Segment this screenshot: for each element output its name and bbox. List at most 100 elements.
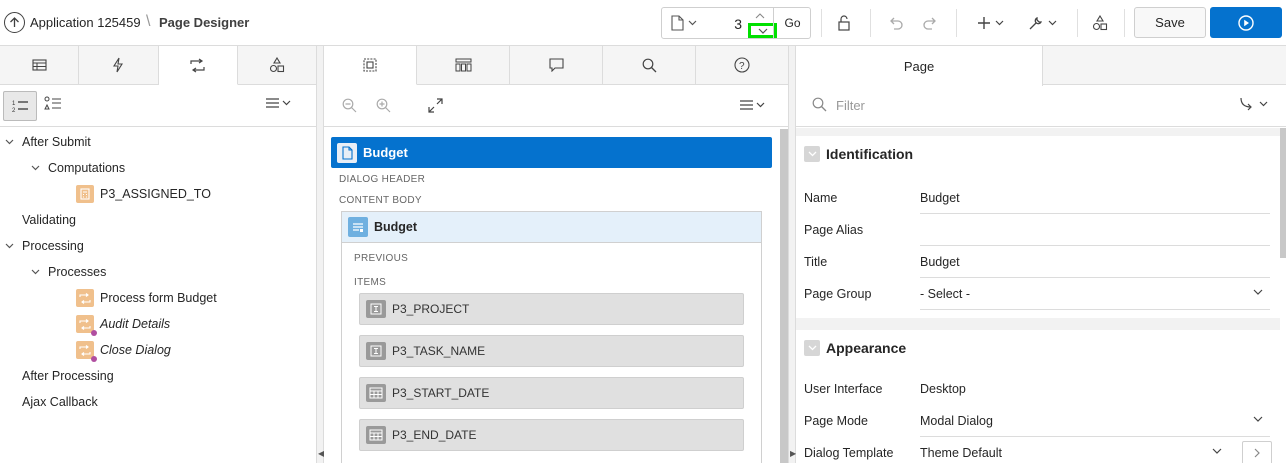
zoom-in-button[interactable] <box>376 98 391 113</box>
shared-components-button[interactable] <box>1088 9 1112 37</box>
group-title: Appearance <box>826 340 907 356</box>
identification-group-header[interactable]: Identification <box>804 146 913 162</box>
left-toolbar: 12 <box>0 85 316 127</box>
processing-icon <box>190 58 205 72</box>
page-list-button[interactable] <box>671 15 697 31</box>
dialog-header-label[interactable]: DIALOG HEADER <box>339 174 425 185</box>
middle-tab-bar: ? <box>324 46 788 85</box>
utilities-menu-button[interactable] <box>1025 9 1059 37</box>
property-label: Name <box>804 191 838 205</box>
tree-node[interactable]: Audit Details <box>76 313 170 336</box>
tab-help[interactable]: ? <box>696 46 788 84</box>
tree-node[interactable]: Processing <box>5 235 84 257</box>
property-scrollbar[interactable] <box>1280 128 1286 258</box>
page-increment-button[interactable] <box>752 10 768 22</box>
application-link[interactable]: Application 125459 <box>30 15 141 30</box>
app-home-icon[interactable] <box>4 12 25 33</box>
tab-rendering[interactable] <box>0 46 80 84</box>
left-splitter[interactable]: ◀ <box>316 46 324 463</box>
undo-button[interactable] <box>884 9 908 37</box>
save-button[interactable]: Save <box>1134 7 1206 38</box>
tree-node[interactable]: Process form Budget <box>76 287 217 309</box>
text-field-icon <box>366 342 386 360</box>
page-group-select[interactable]: - Select - <box>920 287 970 301</box>
run-page-button[interactable] <box>1210 7 1282 38</box>
tab-messages[interactable] <box>510 46 603 84</box>
region-header[interactable]: Budget <box>342 212 761 243</box>
help-icon: ? <box>734 57 750 73</box>
zoom-out-icon <box>342 98 357 113</box>
property-page-group: Page Group - Select - <box>796 278 1280 310</box>
zoom-out-button[interactable] <box>342 98 357 113</box>
create-menu-button[interactable] <box>974 9 1006 37</box>
page-item[interactable]: P3_TASK_NAME <box>359 335 744 367</box>
filter-input[interactable]: Filter <box>836 98 865 113</box>
tree-node[interactable]: Validating <box>22 209 76 231</box>
lock-button[interactable] <box>832 9 856 37</box>
tree-node[interactable]: Processes <box>31 261 106 283</box>
page-item[interactable]: P3_END_DATE <box>359 419 744 451</box>
go-to-template-button[interactable] <box>1242 441 1272 463</box>
page-number-input[interactable]: 3 <box>722 16 742 32</box>
layout-scrollbar[interactable] <box>780 129 788 463</box>
previous-label[interactable]: PREVIOUS <box>354 253 408 264</box>
tab-dynamic-actions[interactable] <box>79 46 159 84</box>
date-picker-icon <box>366 426 386 444</box>
left-panel: 12 After Submit Computations P3_ASSIGNED_T… <box>0 46 316 463</box>
tab-search[interactable] <box>603 46 696 84</box>
name-input[interactable]: Budget <box>920 191 960 205</box>
page-item-label: P3_TASK_NAME <box>392 344 486 358</box>
go-to-group-icon <box>1240 97 1252 111</box>
go-button[interactable]: Go <box>773 8 811 38</box>
process-icon <box>76 315 97 336</box>
collapse-toggle[interactable] <box>804 146 820 162</box>
tree-node[interactable]: After Processing <box>22 365 114 387</box>
tab-gallery[interactable] <box>417 46 510 84</box>
component-view-toggle[interactable] <box>44 96 62 112</box>
chevron-down-icon <box>5 139 14 145</box>
tree-node[interactable]: Close Dialog <box>76 339 171 362</box>
property-page-mode: Page Mode Modal Dialog <box>796 405 1280 437</box>
tree-node[interactable]: P3_ASSIGNED_TO <box>76 183 211 205</box>
tab-shared-components[interactable] <box>238 46 316 84</box>
page-item[interactable]: P3_PROJECT <box>359 293 744 325</box>
tree-node-label: P3_ASSIGNED_TO <box>100 187 211 201</box>
tab-processing[interactable] <box>158 46 238 85</box>
svg-text:2: 2 <box>12 108 16 113</box>
collapse-toggle[interactable] <box>804 340 820 356</box>
title-input[interactable]: Budget <box>920 255 960 269</box>
chevron-down-icon <box>688 20 697 26</box>
property-list: Identification Name Budget Page Alias Ti… <box>796 128 1280 463</box>
condition-indicator <box>91 356 97 362</box>
tree-node[interactable]: Ajax Callback <box>22 391 98 413</box>
dialog-template-select[interactable]: Theme Default <box>920 446 1002 460</box>
tab-page[interactable]: Page <box>796 46 1043 86</box>
redo-button[interactable] <box>918 9 942 37</box>
page-node[interactable]: Budget <box>331 137 772 168</box>
identification-group: Identification Name Budget Page Alias Ti… <box>796 136 1280 318</box>
tree-node[interactable]: After Submit <box>5 131 91 153</box>
page-mode-select[interactable]: Modal Dialog <box>920 414 993 428</box>
page-item[interactable]: P3_START_DATE <box>359 377 744 409</box>
layout-menu-button[interactable] <box>740 100 765 110</box>
budget-region[interactable]: Budget PREVIOUS ITEMS P3_PROJECT P3_TASK_… <box>341 211 762 463</box>
condition-indicator <box>91 330 97 336</box>
chevron-down-icon <box>5 243 14 249</box>
tab-layout[interactable] <box>324 46 417 85</box>
tree-node[interactable]: Computations <box>31 157 125 179</box>
expand-button[interactable] <box>428 98 443 113</box>
property-name: Name Budget <box>796 182 1280 214</box>
right-splitter[interactable]: ▶ <box>788 46 796 463</box>
appearance-group-header[interactable]: Appearance <box>804 340 906 356</box>
tree-node-label: Validating <box>22 213 76 227</box>
execution-order-toggle[interactable]: 12 <box>3 91 37 121</box>
content-body-label[interactable]: CONTENT BODY <box>339 195 422 206</box>
page-selector: 3 Go <box>661 7 811 39</box>
left-panel-menu-button[interactable] <box>266 98 291 108</box>
redo-icon <box>923 17 936 30</box>
property-editor: Page Filter Identification Name Budget P… <box>796 46 1286 463</box>
items-label[interactable]: ITEMS <box>354 277 386 288</box>
toolbar-divider <box>956 9 957 37</box>
go-to-group-button[interactable] <box>1240 97 1268 111</box>
tree-node-label: After Processing <box>22 369 114 383</box>
